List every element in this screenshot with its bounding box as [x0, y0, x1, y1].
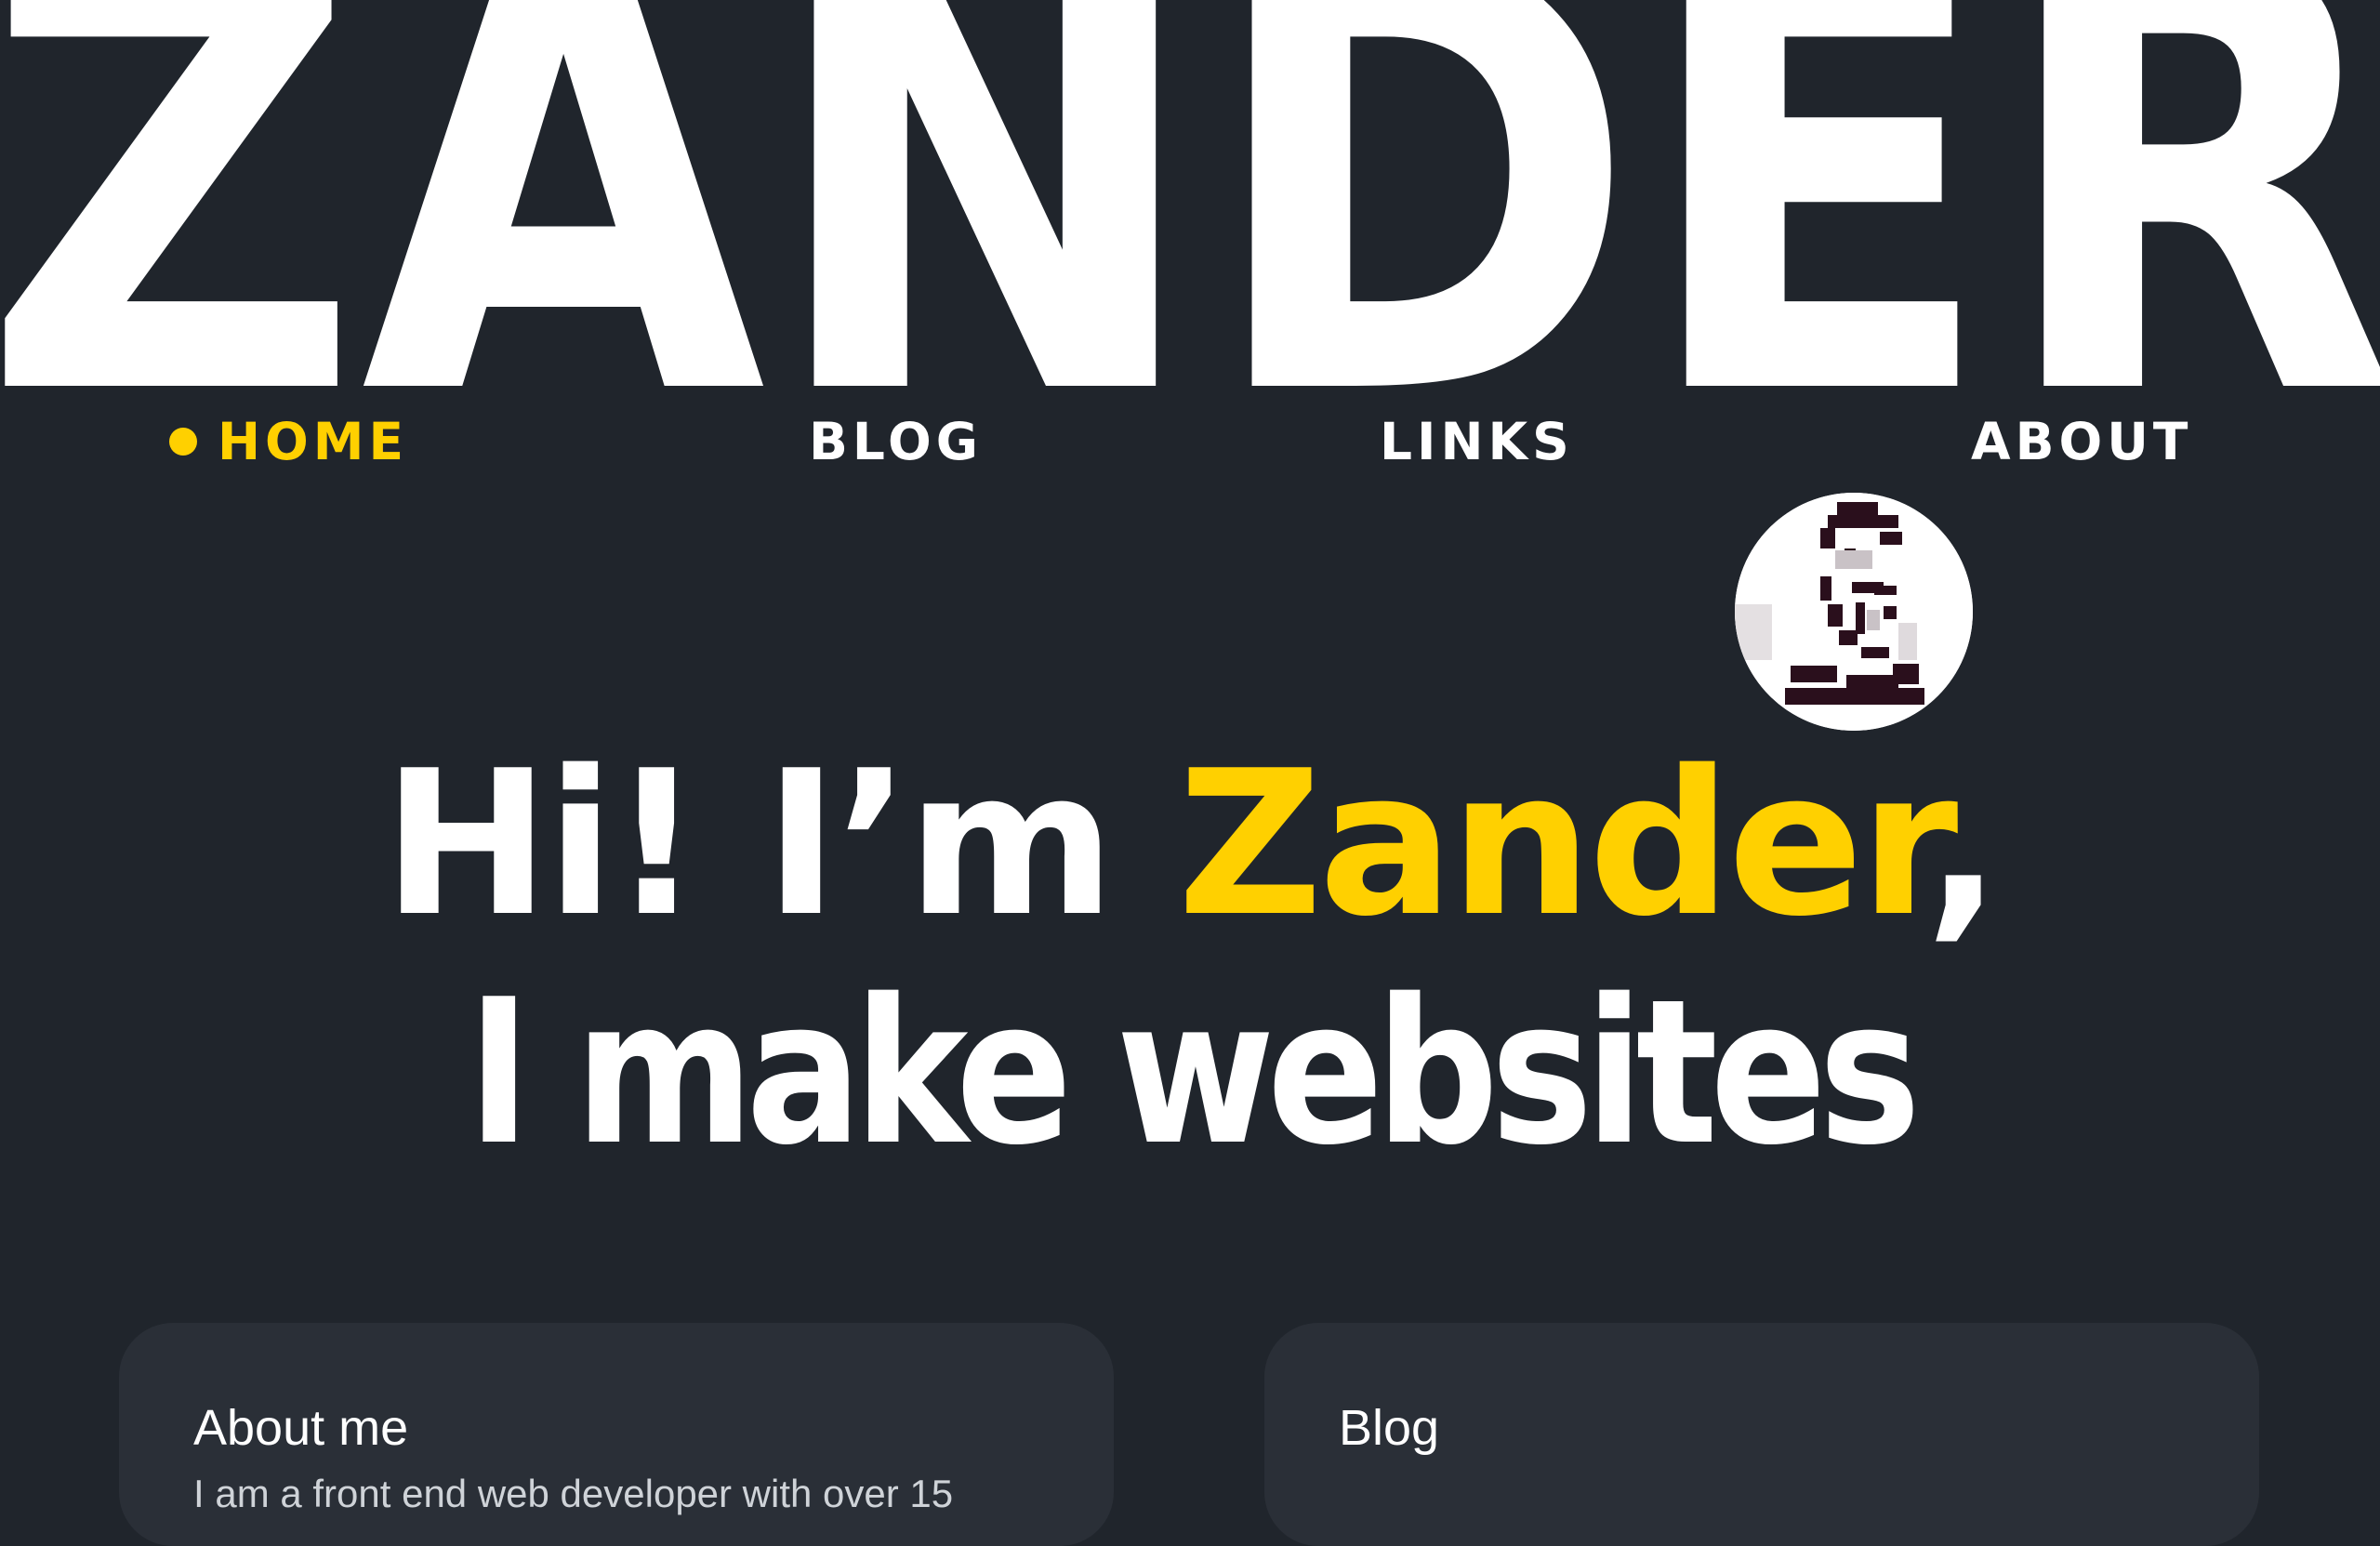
main-nav: HOME BLOG LINKS ABOUT — [0, 409, 2380, 474]
nav-home-link[interactable]: HOME — [169, 409, 408, 474]
nav-links-link[interactable]: LINKS — [1380, 409, 1574, 474]
hero-heading: Hi! I’m Zander, I make websites — [0, 744, 2380, 1172]
nav-about-label: ABOUT — [1971, 412, 2193, 471]
blog-card-title: Blog — [1339, 1400, 1440, 1456]
nav-home-label: HOME — [218, 412, 409, 471]
hero-greeting: Hi! I’m — [382, 727, 1178, 960]
blog-card[interactable]: Blog — [1264, 1323, 2259, 1546]
avatar — [1735, 493, 1973, 731]
about-card[interactable]: About me I am a front end web developer … — [119, 1323, 1114, 1546]
about-card-text: I am a front end web developer with over… — [193, 1472, 954, 1515]
hero-comma: , — [1924, 727, 2002, 960]
hero-tagline: I make websites — [467, 956, 1921, 1189]
hero-name: Zander — [1177, 727, 1929, 960]
site-banner-logo: ZANDER — [0, 0, 2380, 390]
active-indicator-dot — [169, 428, 197, 456]
pixel-portrait-icon — [1735, 493, 1973, 731]
about-card-title: About me — [193, 1400, 409, 1456]
nav-links-label: LINKS — [1380, 412, 1574, 471]
nav-about-link[interactable]: ABOUT — [1971, 409, 2192, 474]
banner-wordmark: ZANDER — [0, 0, 2380, 390]
hero-greeting-line: Hi! I’m Zander, — [0, 744, 2380, 967]
nav-blog-link[interactable]: BLOG — [809, 409, 983, 474]
nav-blog-label: BLOG — [809, 412, 983, 471]
